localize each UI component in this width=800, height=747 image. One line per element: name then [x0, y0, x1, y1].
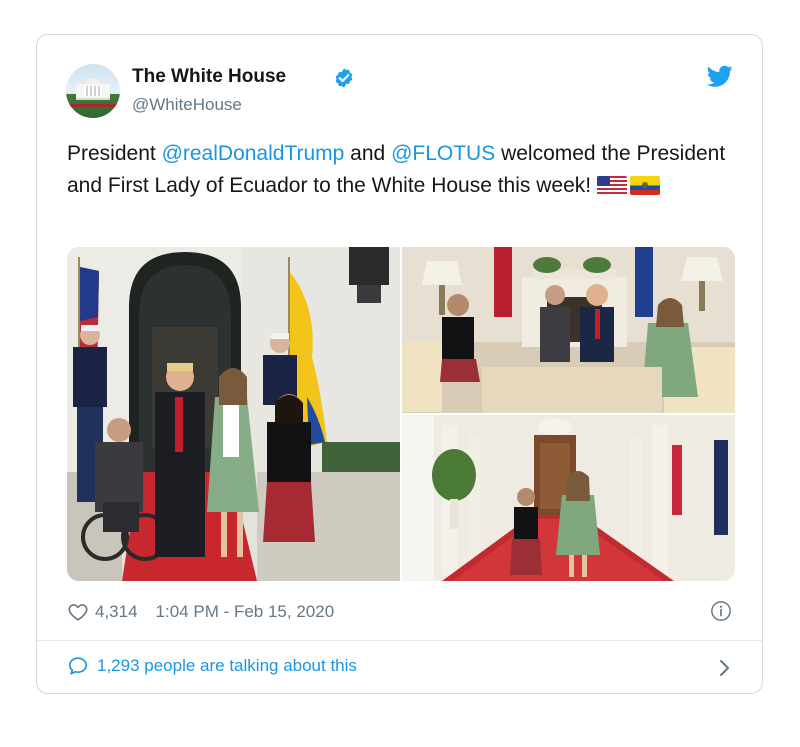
us-flag-icon [596, 176, 627, 195]
talking-about-text[interactable]: 1,293 people are talking about this [97, 656, 357, 676]
photo-cross-hall[interactable] [402, 415, 735, 581]
tweet-text-part: President [67, 142, 162, 165]
author-handle[interactable]: @WhiteHouse [132, 95, 242, 115]
ecuador-flag-icon [629, 176, 660, 195]
photo-oval-office-scene [402, 247, 735, 413]
photo-cross-hall-scene [402, 415, 735, 581]
like-count[interactable]: 4,314 [95, 602, 138, 622]
photo-arrival-scene [67, 247, 400, 581]
info-icon[interactable] [710, 600, 732, 622]
tweet-text: President @realDonaldTrump and @FLOTUS w… [67, 138, 727, 202]
talking-about-link[interactable]: 1,293 people are talking about this [67, 655, 357, 677]
verified-badge-icon [335, 68, 353, 88]
tweet-meta: 4,314 1:04 PM - Feb 15, 2020 [67, 599, 334, 625]
twitter-bird-icon[interactable] [707, 63, 733, 89]
mention-realdonaldtrump-link[interactable]: @realDonaldTrump [162, 142, 345, 165]
heart-icon[interactable] [67, 601, 89, 623]
speech-bubble-icon [68, 657, 88, 675]
divider [37, 640, 762, 641]
tweet-text-part: and [344, 142, 392, 165]
avatar-stripe [66, 104, 120, 107]
media-grid[interactable] [67, 247, 735, 581]
chevron-right-icon[interactable] [715, 657, 733, 679]
tweet-card[interactable]: The White House @WhiteHouse President @r… [36, 34, 763, 694]
photo-arrival[interactable] [67, 247, 400, 581]
photo-oval-office[interactable] [402, 247, 735, 413]
avatar[interactable] [66, 64, 120, 118]
mention-flotus-link[interactable]: @FLOTUS [391, 142, 495, 165]
avatar-columns [84, 86, 102, 96]
tweet-timestamp[interactable]: 1:04 PM - Feb 15, 2020 [156, 602, 335, 622]
author-name[interactable]: The White House [132, 66, 286, 88]
